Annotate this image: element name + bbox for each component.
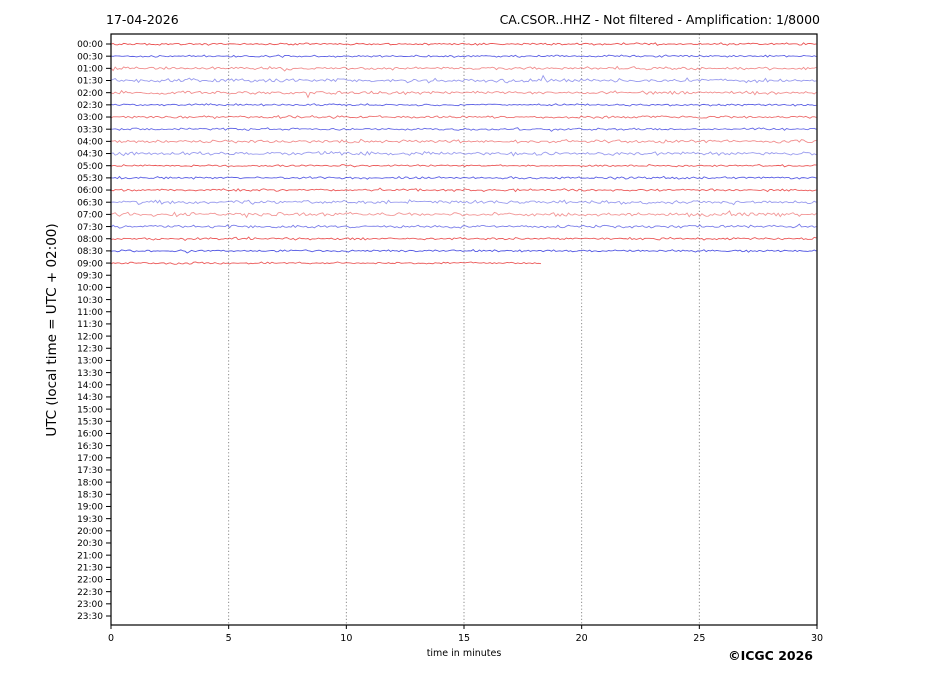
seismic-trace xyxy=(110,164,817,168)
x-tick-label: 20 xyxy=(576,633,588,644)
y-tick-label: 12:00 xyxy=(77,332,103,342)
y-tick-label: 23:30 xyxy=(77,612,103,622)
copyright-text: ©ICGC 2026 xyxy=(728,648,813,663)
y-tick-label: 09:30 xyxy=(77,271,103,281)
y-tick-label: 11:00 xyxy=(77,308,103,318)
y-tick-label: 01:30 xyxy=(77,77,103,87)
y-tick-label: 10:00 xyxy=(77,284,103,294)
y-tick-label: 05:00 xyxy=(77,162,103,172)
seismic-trace xyxy=(110,65,817,72)
y-tick-label: 03:00 xyxy=(77,113,103,123)
y-tick-label: 08:00 xyxy=(77,235,103,245)
y-tick-label: 20:30 xyxy=(77,539,103,549)
x-tick-label: 30 xyxy=(811,633,823,644)
y-tick-label: 14:00 xyxy=(77,381,103,391)
x-tick-label: 5 xyxy=(226,633,232,644)
x-tick-label: 0 xyxy=(108,633,114,644)
y-tick-label: 19:00 xyxy=(77,503,103,513)
y-tick-label: 15:30 xyxy=(77,417,103,427)
y-tick-label: 07:00 xyxy=(77,211,103,221)
y-tick-label: 00:00 xyxy=(77,40,103,50)
x-axis-label: time in minutes xyxy=(426,648,502,659)
helicorder-plot: 00:00 00:30 01:00 01:30 02:00 02:30 03:00 03:30… xyxy=(77,33,823,644)
y-tick-label: 21:00 xyxy=(77,551,103,561)
helicorder-page: 17-04-2026 CA.CSOR..HHZ - Not filtered -… xyxy=(0,0,927,696)
y-tick-label: 06:30 xyxy=(77,198,103,208)
y-tick-label: 02:00 xyxy=(77,89,103,99)
y-tick-label: 02:30 xyxy=(77,101,103,111)
y-tick-label: 18:00 xyxy=(77,478,103,488)
y-tick-label: 17:30 xyxy=(77,466,103,476)
y-tick-label: 18:30 xyxy=(77,490,103,500)
seismic-trace xyxy=(110,114,817,120)
y-tick-label: 22:30 xyxy=(77,588,103,598)
y-tick-label: 10:30 xyxy=(77,296,103,306)
y-tick-label: 21:30 xyxy=(77,564,103,574)
x-tick-label: 15 xyxy=(458,633,470,644)
y-tick-label: 05:30 xyxy=(77,174,103,184)
y-tick-label: 17:00 xyxy=(77,454,103,464)
y-tick-label: 11:30 xyxy=(77,320,103,330)
seismic-trace xyxy=(110,150,817,157)
y-tick-label: 09:00 xyxy=(77,259,103,269)
y-tick-label: 01:00 xyxy=(77,65,103,75)
y-tick-label: 13:30 xyxy=(77,369,103,379)
y-tick-label: 16:30 xyxy=(77,442,103,452)
seismic-trace xyxy=(110,199,817,206)
y-tick-label: 04:30 xyxy=(77,150,103,160)
y-tick-label: 08:30 xyxy=(77,247,103,257)
y-tick-label: 19:30 xyxy=(77,515,103,525)
y-tick-label: 14:30 xyxy=(77,393,103,403)
y-tick-label: 23:00 xyxy=(77,600,103,610)
seismic-trace xyxy=(110,261,542,265)
y-tick-label: 16:00 xyxy=(77,430,103,440)
y-tick-label: 13:00 xyxy=(77,357,103,367)
y-tick-label: 12:30 xyxy=(77,344,103,354)
y-tick-label: 04:00 xyxy=(77,138,103,148)
seismic-trace xyxy=(110,236,817,242)
y-tick-label: 07:30 xyxy=(77,223,103,233)
x-tick-label: 10 xyxy=(340,633,352,644)
y-tick-label: 00:30 xyxy=(77,52,103,62)
y-tick-label: 15:00 xyxy=(77,405,103,415)
y-tick-label: 03:30 xyxy=(77,125,103,135)
y-tick-label: 22:00 xyxy=(77,576,103,586)
y-tick-label: 06:00 xyxy=(77,186,103,196)
y-tick-label: 20:00 xyxy=(77,527,103,537)
x-tick-label: 25 xyxy=(693,633,705,644)
